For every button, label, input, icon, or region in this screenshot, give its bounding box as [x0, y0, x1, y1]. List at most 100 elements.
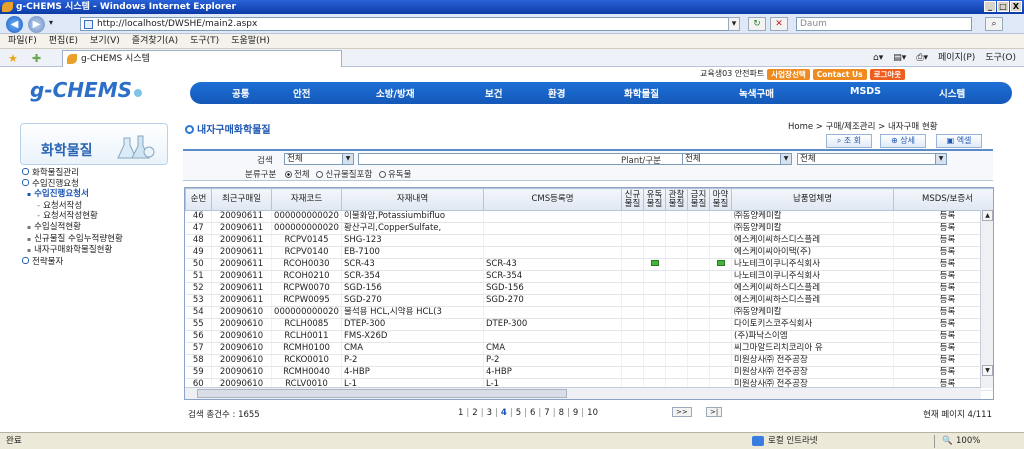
- feeds-icon[interactable]: ▤▾: [893, 51, 906, 65]
- browser-tab[interactable]: g-CHEMS 시스템: [62, 50, 342, 67]
- table-row[interactable]: 59 20090610 RCMH0040 4-HBP 4-HBP 미원상사㈜ 전주공장 등록: [185, 366, 993, 379]
- radio-toxic[interactable]: [378, 171, 386, 178]
- nav-msds[interactable]: MSDS: [850, 86, 881, 97]
- favorites-star-icon[interactable]: ★: [8, 52, 18, 65]
- column-header[interactable]: CMS등록명: [483, 188, 622, 211]
- sidebar-item-request-status[interactable]: 요청서작성현황: [22, 211, 172, 222]
- column-header[interactable]: 관찰 물질: [665, 188, 688, 211]
- search-icon[interactable]: ⌕: [985, 17, 1003, 31]
- url-dropdown-icon[interactable]: ▾: [728, 17, 740, 31]
- maximize-button[interactable]: □: [997, 1, 1009, 12]
- sidebar-item-domestic-purchase[interactable]: 내자구매화학물질현황: [22, 245, 172, 257]
- query-button[interactable]: ⌕ 조 회: [826, 134, 872, 148]
- page-link[interactable]: 5: [516, 408, 521, 418]
- radio-new-substance[interactable]: [316, 171, 324, 178]
- last-page-icon[interactable]: >|: [706, 407, 723, 417]
- menu-favorites[interactable]: 즐겨찾기(A): [132, 34, 178, 48]
- nav-system[interactable]: 시스템: [939, 86, 965, 100]
- table-row[interactable]: 49 20090611 RCPV0140 EB-7100 에스케이씨아이택(주) 등록: [185, 246, 993, 259]
- stop-icon[interactable]: ✕: [770, 17, 788, 31]
- table-row[interactable]: 54 20090610 000000000020 불석용 HCL,시약용 HCL(3 ㈜…: [185, 306, 993, 319]
- column-header[interactable]: 최근구매일: [211, 188, 272, 211]
- table-row[interactable]: 48 20090611 RCPV0145 SHG-123 에스케이씨하스디스플레 등록: [185, 234, 993, 247]
- table-row[interactable]: 47 20090611 000000000020 황산구리,CopperSulfate…: [185, 222, 993, 235]
- column-header[interactable]: MSDS/보증서: [893, 188, 993, 211]
- nav-health[interactable]: 보건: [485, 86, 502, 100]
- page-link[interactable]: 8: [559, 408, 564, 418]
- column-header[interactable]: 순번: [185, 188, 212, 211]
- contact-us-button[interactable]: Contact Us: [812, 68, 867, 80]
- zoom-level[interactable]: 100%: [956, 433, 980, 449]
- page-link[interactable]: 6: [530, 408, 535, 418]
- page-link[interactable]: 2: [472, 408, 477, 418]
- logo[interactable]: g-CHEMS: [30, 78, 143, 108]
- table-row[interactable]: 56 20090610 RCLH0011 FMS-X26D (주)파낙스이엠 등록: [185, 330, 993, 343]
- column-header[interactable]: 신규 물질: [621, 188, 644, 211]
- page-link[interactable]: 4: [501, 408, 507, 418]
- table-row[interactable]: 46 20090611 000000000020 이불화암,Potassiumbifl…: [185, 210, 993, 223]
- menu-edit[interactable]: 편집(E): [49, 34, 78, 48]
- scroll-thumb[interactable]: [197, 389, 567, 398]
- back-icon[interactable]: ◀: [6, 16, 23, 33]
- detail-button[interactable]: ⊕ 상세: [880, 134, 926, 148]
- nav-environment[interactable]: 환경: [548, 86, 565, 100]
- plant-select[interactable]: 전체 ▼: [682, 153, 792, 165]
- sidebar-item-chem-mgmt[interactable]: 화학물질관리: [22, 168, 172, 179]
- excel-button[interactable]: ▣ 엑셀: [936, 134, 982, 148]
- nav-fire[interactable]: 소방/방재: [376, 86, 414, 100]
- page-link[interactable]: 3: [487, 408, 492, 418]
- page-link[interactable]: 9: [573, 408, 578, 418]
- nav-common[interactable]: 공통: [232, 86, 249, 100]
- site-select-button[interactable]: 사업장선택: [767, 68, 810, 80]
- sidebar-item-new-substance[interactable]: 신규물질 수입누적량현황: [22, 234, 172, 246]
- refresh-icon[interactable]: ↻: [748, 17, 766, 31]
- zoom-icon[interactable]: 🔍: [942, 433, 953, 449]
- nav-safety[interactable]: 안전: [293, 86, 310, 100]
- column-header[interactable]: 유독 물질: [643, 188, 666, 211]
- table-row[interactable]: 55 20090610 RCLH0085 DTEP-300 DTEP-300 다이토키스코…: [185, 318, 993, 331]
- home-icon[interactable]: ⌂▾: [873, 51, 883, 65]
- menu-file[interactable]: 파일(F): [8, 34, 37, 48]
- page-link[interactable]: 10: [587, 408, 598, 418]
- table-row[interactable]: 53 20090611 RCPW0095 SGD-270 SGD-270 에스케이씨하스디…: [185, 294, 993, 307]
- horizontal-scrollbar[interactable]: [185, 387, 981, 399]
- table-row[interactable]: 58 20090610 RCKO0010 P-2 P-2 미원상사㈜ 전주공장 등록: [185, 354, 993, 367]
- page-menu[interactable]: 페이지(P): [938, 51, 975, 65]
- column-header[interactable]: 금지 물질: [687, 188, 710, 211]
- column-header[interactable]: 자재내역: [341, 188, 484, 211]
- vertical-scrollbar[interactable]: ▲ ▼: [980, 210, 993, 388]
- column-header[interactable]: 납품업체명: [731, 188, 894, 211]
- scroll-up-icon[interactable]: ▲: [982, 210, 993, 221]
- table-row[interactable]: 57 20090610 RCMH0100 CMA CMA 씨그마알드리치코리아 유 등록: [185, 342, 993, 355]
- page-link[interactable]: 7: [544, 408, 549, 418]
- menu-tools[interactable]: 도구(T): [190, 34, 219, 48]
- logout-button[interactable]: 로그아웃: [869, 68, 906, 80]
- add-favorite-icon[interactable]: ✚: [32, 52, 41, 65]
- url-input[interactable]: http://localhost/DWSHE/main2.aspx: [80, 17, 740, 31]
- print-icon[interactable]: ⎙▾: [916, 51, 928, 65]
- table-row[interactable]: 50 20090611 RCOH0030 SCR-43 SCR-43 나노테크이쿠니주식회…: [185, 258, 993, 271]
- menu-help[interactable]: 도움말(H): [231, 34, 270, 48]
- type-select[interactable]: 전체 ▼: [797, 153, 947, 165]
- sidebar-item-strategic[interactable]: 전략물자: [22, 257, 172, 268]
- next-page-icon[interactable]: >>: [672, 407, 692, 417]
- menu-view[interactable]: 보기(V): [90, 34, 120, 48]
- scroll-down-icon[interactable]: ▼: [982, 365, 993, 376]
- table-row[interactable]: 52 20090611 RCPW0070 SGD-156 SGD-156 에스케이씨하스디…: [185, 282, 993, 295]
- minimize-button[interactable]: _: [984, 1, 996, 12]
- close-button[interactable]: X: [1010, 1, 1022, 12]
- nav-green-purchase[interactable]: 녹색구매: [739, 86, 774, 100]
- tools-menu[interactable]: 도구(O): [985, 51, 1016, 65]
- search-field-select[interactable]: 전체 ▼: [284, 153, 354, 165]
- table-row[interactable]: 51 20090611 RCOH0210 SCR-354 SCR-354 나노테크이쿠니주…: [185, 270, 993, 283]
- forward-icon[interactable]: ▶: [28, 16, 45, 33]
- sidebar-item-import-request-form[interactable]: 수입진행요청서: [22, 189, 172, 201]
- page-link[interactable]: 1: [458, 408, 463, 418]
- sidebar-item-write-request[interactable]: 요청서작성: [22, 201, 172, 212]
- radio-all[interactable]: [285, 171, 292, 178]
- sidebar-item-import-results[interactable]: 수입실적현황: [22, 222, 172, 234]
- search-input[interactable]: Daum: [796, 17, 972, 31]
- sidebar-item-import-request[interactable]: 수입진행요청: [22, 179, 172, 190]
- history-dropdown-icon[interactable]: ▾: [49, 18, 53, 27]
- column-header[interactable]: 마약 물질: [709, 188, 732, 211]
